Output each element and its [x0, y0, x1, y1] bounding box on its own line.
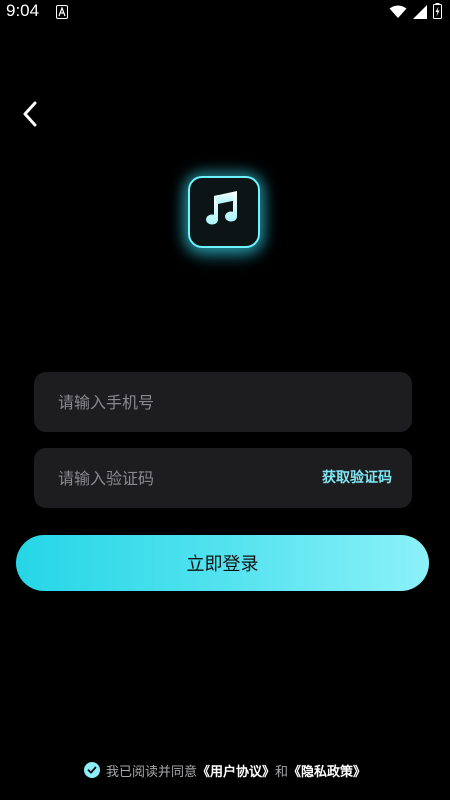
check-icon — [87, 766, 97, 774]
agreement-prefix: 我已阅读并同意 — [105, 764, 197, 780]
app-logo — [188, 176, 260, 248]
battery-icon — [433, 3, 442, 23]
login-button[interactable]: 立即登录 — [16, 535, 429, 591]
agreement-connector: 和 — [275, 764, 289, 780]
privacy-policy-link[interactable]: 《隐私政策》 — [288, 761, 366, 780]
notification-app-icon — [56, 4, 68, 19]
status-time: 9:04 — [6, 1, 40, 20]
user-agreement-link[interactable]: 《用户协议》 — [197, 761, 275, 780]
signal-icon — [413, 4, 427, 23]
phone-input[interactable] — [58, 372, 318, 432]
get-code-button[interactable]: 获取验证码 — [322, 448, 392, 508]
phone-field[interactable] — [34, 372, 412, 432]
chevron-left-icon — [22, 101, 38, 131]
wifi-icon — [389, 4, 407, 23]
agreement-checkbox[interactable] — [83, 762, 100, 778]
verification-code-field[interactable]: 获取验证码 — [34, 448, 412, 508]
music-note-icon — [199, 185, 249, 239]
agreement-row: 我已阅读并同意 《用户协议》 和 《隐私政策》 — [0, 758, 450, 782]
status-icons — [389, 3, 442, 23]
verification-code-input[interactable] — [58, 448, 318, 508]
status-bar: 9:04 — [0, 0, 450, 24]
back-button[interactable] — [14, 100, 46, 132]
